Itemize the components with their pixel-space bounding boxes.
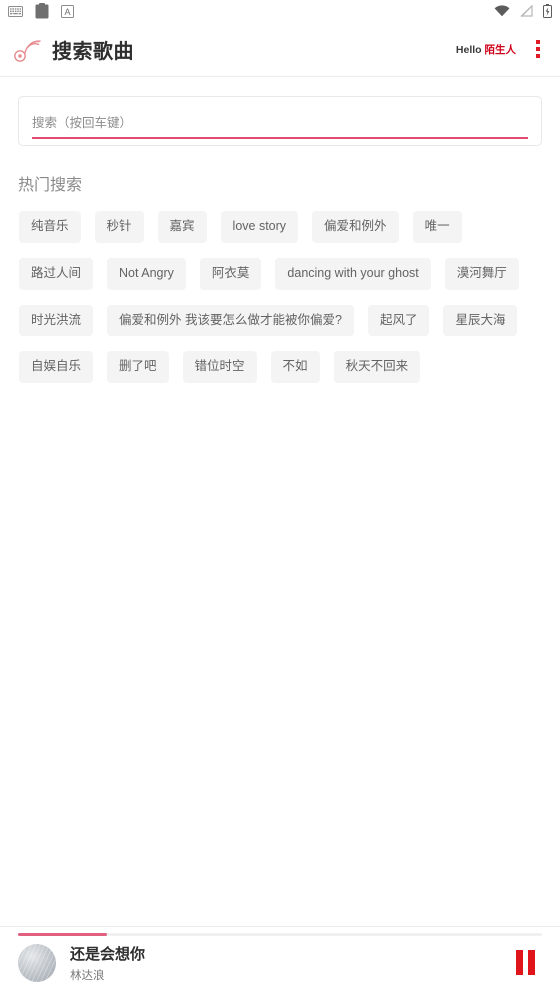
hot-tag[interactable]: 自娱自乐	[19, 351, 94, 383]
app-header-right: Hello 陌生人	[456, 37, 546, 61]
hot-tag[interactable]: 偏爱和例外	[312, 211, 399, 243]
greeting-prefix: Hello	[455, 43, 485, 56]
hot-tag[interactable]: 错位时空	[182, 351, 257, 383]
player-bar: 还是会想你 林达浪	[0, 926, 560, 998]
keyboard-icon	[8, 5, 23, 17]
track-info: 还是会想你 林达浪	[70, 943, 145, 983]
clipboard-icon	[35, 3, 49, 19]
status-bar-right	[494, 4, 552, 18]
hot-tag[interactable]: 起风了	[367, 304, 430, 337]
hot-tag[interactable]: 阿衣莫	[199, 257, 262, 290]
hot-tag[interactable]: 纯音乐	[19, 211, 81, 243]
hot-tag[interactable]: 嘉宾	[157, 211, 207, 243]
hot-search-title: 热门搜索	[18, 177, 83, 194]
status-bar: A	[0, 0, 560, 22]
search-box[interactable]	[18, 96, 542, 146]
svg-text:A: A	[64, 7, 70, 17]
page-title: 搜索歌曲	[52, 40, 134, 63]
hot-tag[interactable]: 星辰大海	[443, 304, 518, 337]
music-note-logo-icon[interactable]	[10, 32, 46, 66]
hot-tag[interactable]: love story	[220, 211, 299, 243]
wifi-icon	[494, 5, 510, 17]
letter-a-icon: A	[61, 4, 74, 18]
hot-tag[interactable]: 删了吧	[107, 351, 169, 383]
kebab-menu-icon[interactable]	[530, 37, 546, 61]
hot-tag[interactable]: 不如	[270, 351, 320, 383]
hot-tag[interactable]: dancing with your ghost	[275, 257, 431, 290]
playback-progress-fill	[18, 933, 108, 936]
greeting-username: 陌生人	[484, 43, 517, 56]
status-bar-left: A	[8, 3, 74, 19]
playback-progress-bar[interactable]	[18, 933, 542, 936]
album-cover-art[interactable]	[18, 943, 56, 982]
hot-tag[interactable]: 秋天不回来	[333, 351, 421, 383]
hot-search-tag-list: 纯音乐 秒针 嘉宾 love story 偏爱和例外 唯一 路过人间 Not A…	[12, 211, 548, 398]
app-header: 搜索歌曲 Hello 陌生人	[0, 22, 560, 77]
battery-charging-icon	[543, 4, 552, 18]
hot-tag[interactable]: 唯一	[412, 211, 462, 243]
greeting-label: Hello 陌生人	[456, 42, 516, 57]
hot-tag[interactable]: 时光洪流	[19, 304, 94, 337]
pause-icon[interactable]	[508, 948, 542, 978]
hot-tag[interactable]: 秒针	[94, 211, 144, 243]
hot-tag[interactable]: 偏爱和例外 我该要怎么做才能被你偏爱?	[107, 304, 354, 337]
hot-tag[interactable]: Not Angry	[107, 257, 186, 290]
hot-tag[interactable]: 路过人间	[19, 257, 94, 290]
track-title: 还是会想你	[70, 945, 146, 963]
search-input[interactable]	[32, 116, 528, 139]
track-artist: 林达浪	[70, 969, 105, 982]
hot-tag[interactable]: 漠河舞厅	[444, 257, 519, 290]
signal-off-icon	[520, 5, 533, 17]
